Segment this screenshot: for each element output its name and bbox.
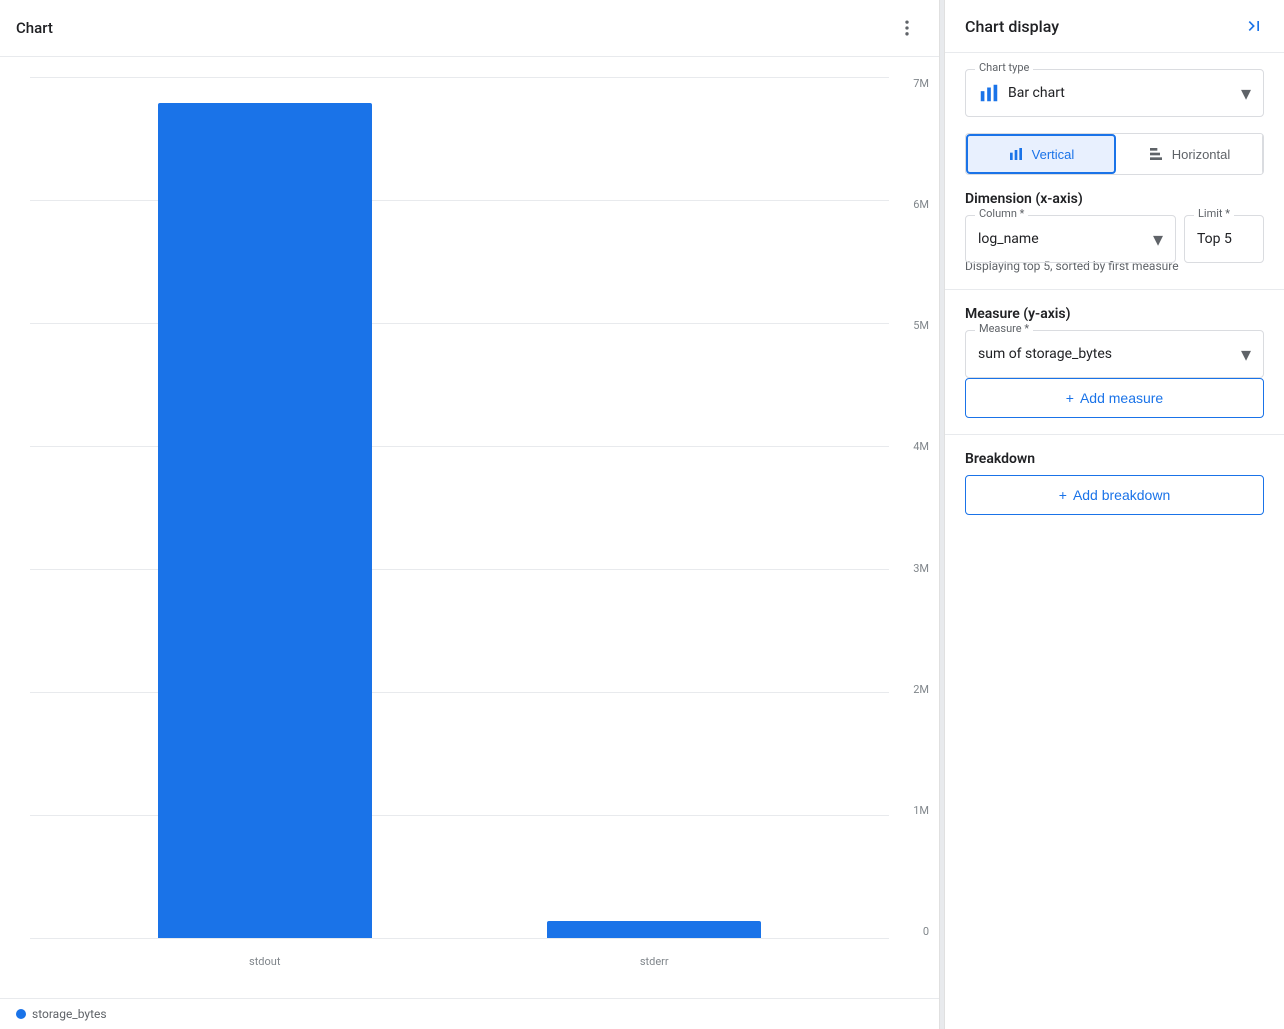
chart-type-section: Chart type Bar chart ▾ [965, 69, 1264, 117]
legend-label: storage_bytes [32, 1007, 107, 1021]
grid-line-0 [30, 938, 889, 939]
bars-container [30, 77, 889, 938]
measure-field: Measure * sum of storage_bytes ▾ [965, 330, 1264, 378]
divider-1 [945, 289, 1284, 290]
add-breakdown-plus: + [1059, 487, 1067, 503]
measure-dropdown[interactable]: sum of storage_bytes ▾ [965, 330, 1264, 378]
more-options-button[interactable] [891, 12, 923, 44]
vertical-label: Vertical [1032, 147, 1075, 162]
column-value: log_name [978, 231, 1153, 247]
y-label-5m: 5M [913, 319, 929, 332]
x-label-stderr: stderr [460, 955, 850, 968]
chart-panel: Chart 7M 6M 5M 4M 3M 2M 1M 0 [0, 0, 940, 1029]
chart-header: Chart [0, 0, 939, 57]
column-dropdown-arrow: ▾ [1153, 227, 1163, 251]
breakdown-section: Breakdown + Add breakdown [965, 451, 1264, 515]
legend-dot [16, 1009, 26, 1019]
limit-value: Top 5 [1197, 231, 1232, 247]
column-label: Column * [975, 207, 1028, 220]
y-label-4m: 4M [913, 440, 929, 453]
measure-dropdown-arrow: ▾ [1241, 342, 1251, 366]
y-label-2m: 2M [913, 683, 929, 696]
right-panel: Chart display Chart type Bar chart ▾ [944, 0, 1284, 1029]
add-breakdown-label: Add breakdown [1073, 487, 1170, 503]
bar-group-stderr [460, 77, 850, 938]
add-measure-label: Add measure [1080, 390, 1163, 406]
chart-area: 7M 6M 5M 4M 3M 2M 1M 0 [0, 57, 939, 998]
limit-field: Limit * Top 5 [1184, 215, 1264, 263]
breakdown-title: Breakdown [965, 451, 1264, 467]
add-measure-button[interactable]: + Add measure [965, 378, 1264, 418]
limit-input[interactable]: Top 5 [1184, 215, 1264, 263]
y-label-3m: 3M [913, 562, 929, 575]
orientation-buttons: Vertical Horizontal [965, 133, 1264, 175]
measure-title: Measure (y-axis) [965, 306, 1264, 322]
limit-label: Limit * [1194, 207, 1234, 220]
y-label-7m: 7M [913, 77, 929, 90]
panel-title: Chart display [965, 17, 1059, 36]
chart-type-label: Chart type [975, 61, 1033, 74]
dimension-title: Dimension (x-axis) [965, 191, 1264, 207]
vertical-button[interactable]: Vertical [966, 134, 1116, 174]
measure-section: Measure (y-axis) Measure * sum of storag… [965, 306, 1264, 418]
chart-inner: stdout stderr [30, 77, 889, 938]
add-measure-plus: + [1066, 390, 1074, 406]
y-label-6m: 6M [913, 198, 929, 211]
bar-group-stdout [70, 77, 460, 938]
column-field: Column * log_name ▾ [965, 215, 1176, 263]
horizontal-button[interactable]: Horizontal [1116, 134, 1263, 174]
measure-label: Measure * [975, 322, 1033, 335]
x-labels: stdout stderr [30, 955, 889, 968]
chart-legend: storage_bytes [0, 998, 939, 1029]
dimension-field-row: Column * log_name ▾ Limit * Top 5 [965, 215, 1264, 263]
column-dropdown[interactable]: log_name ▾ [965, 215, 1176, 263]
measure-value: sum of storage_bytes [978, 346, 1241, 362]
panel-content: Chart type Bar chart ▾ Vertical [945, 53, 1284, 531]
divider-2 [945, 434, 1284, 435]
chart-type-dropdown-arrow: ▾ [1241, 81, 1251, 105]
chart-type-dropdown[interactable]: Bar chart ▾ [965, 69, 1264, 117]
y-label-1m: 1M [913, 804, 929, 817]
horizontal-label: Horizontal [1172, 147, 1231, 162]
add-breakdown-button[interactable]: + Add breakdown [965, 475, 1264, 515]
chart-type-value: Bar chart [1008, 85, 1241, 101]
bar-chart-icon [978, 82, 1000, 104]
bar-stdout [158, 103, 372, 938]
chart-title: Chart [16, 19, 53, 37]
panel-header: Chart display [945, 0, 1284, 53]
panel-collapse-button[interactable] [1244, 16, 1264, 36]
x-label-stdout: stdout [70, 955, 460, 968]
bar-stderr [547, 921, 761, 938]
y-label-0: 0 [923, 925, 929, 938]
dimension-section: Dimension (x-axis) Column * log_name ▾ L… [965, 191, 1264, 273]
y-axis: 7M 6M 5M 4M 3M 2M 1M 0 [913, 77, 929, 938]
